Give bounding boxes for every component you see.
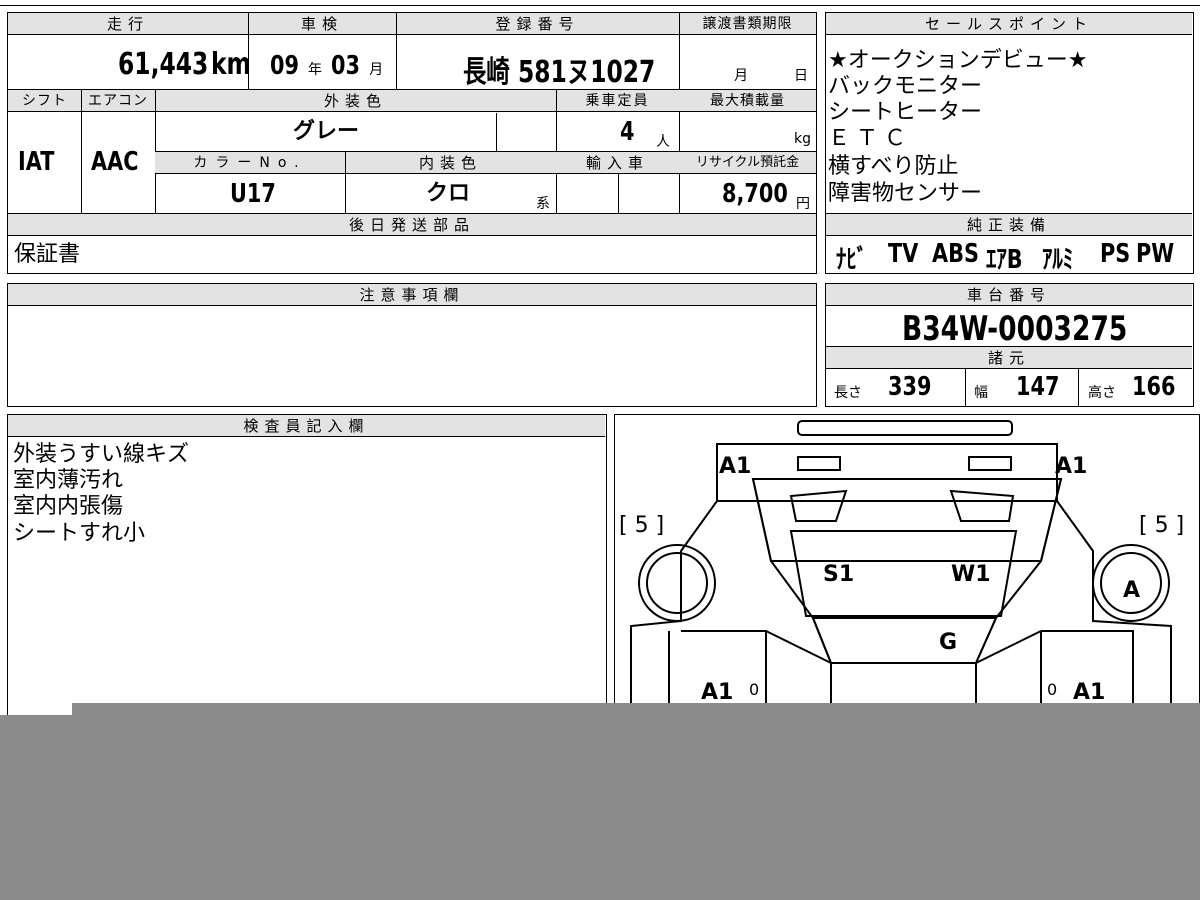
- tire-left-inner: [646, 552, 708, 614]
- label-tire-right: A: [1123, 578, 1140, 603]
- capacity-value: 4: [620, 117, 635, 147]
- label-door-right: A1: [1073, 680, 1105, 705]
- top-cut-strip: [0, 0, 1200, 6]
- later-parts-value: 保証書: [14, 242, 81, 267]
- shift-header: シフト: [8, 90, 81, 112]
- car-diagram: A1 A1 [ 5 ] [ 5 ] S1 W1 G A A1 A1 0 0: [619, 420, 1184, 716]
- inspector-box: 検査員記入欄 外装うすい線キズ 室内薄汚れ 室内内張傷 シートすれ小: [7, 414, 607, 734]
- equipment-item: PW: [1136, 239, 1175, 269]
- aircon-value: AAC: [91, 147, 139, 177]
- inspector-header: 検査員記入欄: [8, 415, 605, 437]
- capacity-unit: 人: [656, 134, 670, 150]
- height-label: 高さ: [1088, 385, 1116, 401]
- notes-box: 注意事項欄: [7, 283, 817, 407]
- label-rear-left: A1: [719, 454, 751, 479]
- label-side-left: [ 5 ]: [619, 513, 664, 538]
- sales-item: ★オークションデビュー★: [828, 48, 1088, 73]
- label-door-left: A1: [701, 680, 733, 705]
- equipment-item: ｱﾙﾐ: [1042, 245, 1074, 275]
- recycle-value: 8,700: [722, 179, 788, 209]
- width-label: 幅: [974, 385, 988, 401]
- transfer-day-unit: 日: [794, 68, 808, 84]
- sales-item: 障害物センサー: [828, 181, 983, 206]
- equipment-item: ｴｱB: [986, 245, 1023, 275]
- equipment-header: 純正装備: [826, 214, 1192, 236]
- left-mirror: [765, 630, 832, 664]
- rear-lamp-right: [968, 456, 1012, 471]
- label-door-left-small: 0: [749, 680, 759, 699]
- inspection-header: 車検: [248, 13, 396, 35]
- left-pillar: [752, 478, 832, 716]
- sales-points-box: セールスポイント ★オークションデビュー★ バックモニター シートヒーター ＥＴ…: [825, 12, 1194, 276]
- transfer-header: 譲渡書類期限: [679, 13, 816, 35]
- mileage-unit: km: [211, 47, 251, 82]
- exterior-value: グレー: [293, 119, 360, 144]
- registration-value: 長崎 581ヌ1027: [463, 55, 656, 90]
- shift-value: IAT: [18, 147, 55, 177]
- chassis-header: 車台番号: [826, 284, 1192, 306]
- capacity-header: 乗車定員: [556, 90, 679, 112]
- rear-bumper: [797, 420, 1013, 436]
- interior-unit: 系: [536, 196, 550, 212]
- equipment-list: ﾅﾋﾞ TV ABS ｴｱB ｱﾙﾐ PS PW: [836, 239, 1175, 276]
- recycle-header: リサイクル預託金: [679, 152, 816, 174]
- transfer-month-unit: 月: [734, 68, 748, 84]
- width-value: 147: [1016, 372, 1060, 402]
- equipment-item: ABS: [932, 239, 979, 269]
- chassis-number: B34W-0003275: [902, 309, 1128, 349]
- right-mirror: [975, 630, 1042, 664]
- label-side-right: [ 5 ]: [1139, 513, 1184, 538]
- later-parts-header: 後日発送部品: [8, 214, 816, 236]
- height-value: 166: [1132, 372, 1176, 402]
- car-diagram-box: A1 A1 [ 5 ] [ 5 ] S1 W1 G A A1 A1 0 0: [614, 414, 1200, 734]
- vehicle-info-table: 走行 車検 登録番号 譲渡書類期限 61,443 km 09 年 03 月 長崎 5…: [7, 12, 817, 274]
- length-label: 長さ: [834, 385, 862, 401]
- label-rear-right: A1: [1055, 454, 1087, 479]
- registration-header: 登録番号: [396, 13, 679, 35]
- inspector-line: 室内内張傷: [13, 494, 124, 519]
- maxload-header: 最大積載量: [679, 90, 816, 112]
- mileage-header: 走行: [8, 13, 248, 35]
- recycle-unit: 円: [796, 196, 810, 212]
- equipment-item: ﾅﾋﾞ: [836, 245, 868, 275]
- inspector-line: 室内薄汚れ: [13, 468, 124, 493]
- redaction-overlay-top: [72, 703, 1200, 900]
- sales-item: シートヒーター: [828, 100, 983, 125]
- windshield: [811, 617, 998, 664]
- label-glass: G: [939, 630, 957, 655]
- import-header: 輸入車: [556, 152, 679, 174]
- maxload-unit: kg: [794, 131, 811, 147]
- colorno-value: U17: [230, 179, 276, 209]
- interior-value: クロ: [426, 181, 471, 206]
- chassis-box: 車台番号 B34W-0003275 諸元 長さ 339 幅 147 高さ 166: [825, 283, 1194, 407]
- equipment-item: TV: [888, 239, 919, 269]
- dims-header: 諸元: [826, 347, 1192, 369]
- sales-item: ＥＴＣ: [828, 126, 913, 151]
- rear-lamp-left: [797, 456, 841, 471]
- label-door-right-small: 0: [1047, 680, 1057, 699]
- sales-item: 横すべり防止: [828, 154, 959, 179]
- tire-left: [638, 544, 716, 622]
- inspection-value: 09 年 03 月: [270, 51, 384, 81]
- exterior-header: 外装色: [155, 90, 556, 112]
- interior-header: 内装色: [345, 152, 556, 174]
- rear-glass-left: [789, 489, 848, 522]
- rear-body: [716, 443, 1058, 502]
- length-value: 339: [888, 372, 932, 402]
- colorno-header: カラーNo.: [155, 152, 345, 174]
- aircon-header: エアコン: [81, 90, 155, 112]
- label-seat: S1: [823, 562, 854, 587]
- equipment-item: PS: [1100, 239, 1131, 269]
- sales-item: バックモニター: [828, 74, 983, 99]
- notes-header: 注意事項欄: [8, 284, 816, 306]
- inspector-line: 外装うすい線キズ: [13, 442, 190, 467]
- label-wheel: W1: [951, 562, 991, 587]
- sales-header: セールスポイント: [826, 13, 1192, 35]
- rear-glass-right: [949, 489, 1015, 522]
- inspector-line: シートすれ小: [13, 521, 146, 546]
